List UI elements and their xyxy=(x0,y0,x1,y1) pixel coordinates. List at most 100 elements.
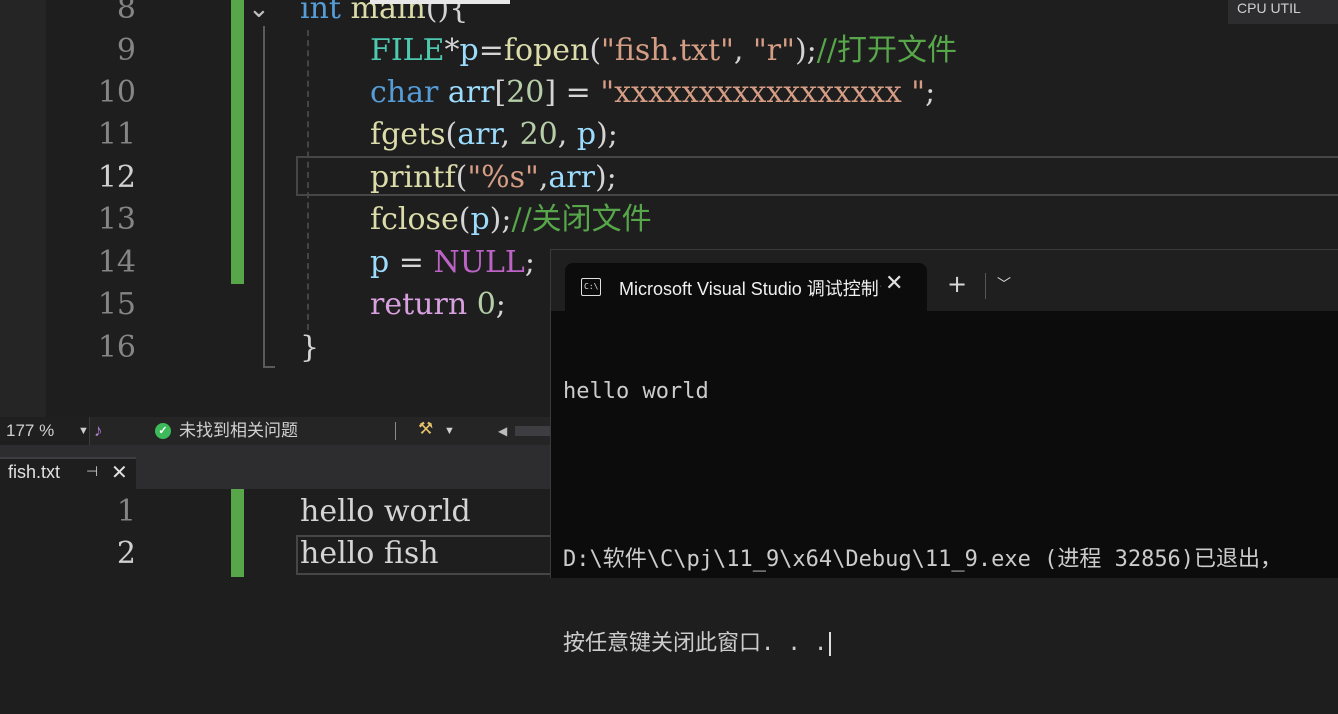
line-number: 14 xyxy=(97,245,136,280)
punctuation-token: , xyxy=(500,117,520,152)
line-number: 1 xyxy=(116,494,136,529)
scroll-overlay xyxy=(370,0,510,4)
line-number: 15 xyxy=(97,287,136,322)
close-icon[interactable]: ✕ xyxy=(885,271,903,296)
dropdown-arrow-icon: ▼ xyxy=(78,425,89,437)
line-text: hello fish xyxy=(300,536,439,571)
line-number: 2 xyxy=(116,536,136,571)
function-token: printf xyxy=(370,160,456,195)
punctuation-token: , xyxy=(733,33,753,68)
string-token: "%s" xyxy=(467,160,539,195)
line-number: 12 xyxy=(97,160,136,195)
number-token: 20 xyxy=(519,117,558,152)
zoom-level: 177 % xyxy=(6,421,55,440)
macro-token: NULL xyxy=(433,245,525,280)
variable-token: arr xyxy=(548,160,595,195)
punctuation-token: = xyxy=(478,33,504,68)
issues-status[interactable]: 未找到相关问题 xyxy=(179,417,298,445)
line-text: hello world xyxy=(300,494,471,529)
punctuation-token: ] = xyxy=(544,75,601,110)
code-line-13[interactable]: 13 fclose(p);//关闭文件 xyxy=(0,199,1338,241)
punctuation-token: * xyxy=(444,33,460,68)
string-token: "fish.txt" xyxy=(601,33,734,68)
string-token: "xxxxxxxxxxxxxxxxx " xyxy=(600,75,926,110)
code-text: p = NULL; xyxy=(370,242,535,284)
punctuation-token: ( xyxy=(458,202,471,237)
punctuation-token: ( xyxy=(445,117,458,152)
punctuation-token: ); xyxy=(596,117,618,152)
code-text: printf("%s",arr); xyxy=(370,157,617,199)
check-circle-icon: ✓ xyxy=(155,423,171,439)
horizontal-scrollbar[interactable] xyxy=(515,426,555,436)
chevron-down-icon[interactable]: ﹀ xyxy=(997,274,1011,294)
broom-icon[interactable]: ⚒ xyxy=(418,419,433,439)
code-text: fgets(arr, 20, p); xyxy=(370,114,618,156)
divider xyxy=(395,422,396,440)
code-text: return 0; xyxy=(370,284,506,326)
pin-icon[interactable]: ⊣ xyxy=(86,463,98,480)
punctuation-token: ( xyxy=(589,33,602,68)
number-token: 20 xyxy=(506,75,545,110)
zoom-dropdown[interactable]: 177 % ▼ xyxy=(0,417,90,445)
variable-token: arr xyxy=(457,117,501,152)
variable-token: p xyxy=(470,202,490,237)
punctuation-token: = xyxy=(389,245,434,280)
comment-token: //关闭文件 xyxy=(511,202,652,237)
console-line: 按任意键关闭此窗口. . . xyxy=(563,630,1282,658)
console-titlebar[interactable]: C:\ Microsoft Visual Studio 调试控制台 ✕ + ﹀ xyxy=(551,250,1338,311)
tab-fish-txt[interactable]: fish.txt ⊣ ✕ xyxy=(0,457,136,489)
close-icon[interactable]: ✕ xyxy=(111,460,128,485)
code-line-10[interactable]: 10 char arr[20] = "xxxxxxxxxxxxxxxxx "; xyxy=(0,72,1338,114)
debug-console-window[interactable]: C:\ Microsoft Visual Studio 调试控制台 ✕ + ﹀ … xyxy=(550,249,1338,656)
function-token: fopen xyxy=(503,33,590,68)
code-line-12[interactable]: 12 printf("%s",arr); xyxy=(0,157,1338,199)
line-number: 9 xyxy=(116,33,136,68)
punctuation-token: ; xyxy=(524,245,535,280)
punctuation-token: [ xyxy=(494,75,507,110)
console-tab-title: Microsoft Visual Studio 调试控制台 xyxy=(619,279,881,299)
punctuation-token: ; xyxy=(925,75,936,110)
tab-label: fish.txt xyxy=(8,462,61,482)
number-token: 0 xyxy=(476,287,496,322)
console-tab[interactable]: C:\ Microsoft Visual Studio 调试控制台 ✕ xyxy=(565,263,927,311)
code-line-11[interactable]: 11 fgets(arr, 20, p); xyxy=(0,114,1338,156)
plus-icon[interactable]: + xyxy=(947,272,967,296)
line-number: 10 xyxy=(97,75,136,110)
divider xyxy=(985,273,986,299)
variable-token: p xyxy=(370,245,390,280)
string-token: "r" xyxy=(753,33,795,68)
code-line-9[interactable]: 9 FILE*p=fopen("fish.txt", "r");//打开文件 xyxy=(0,30,1338,72)
console-output[interactable]: hello world D:\软件\C\pj\11_9\x64\Debug\11… xyxy=(563,322,1282,714)
code-line-8[interactable]: 8 int main(){ xyxy=(0,0,1338,30)
code-text: FILE*p=fopen("fish.txt", "r");//打开文件 xyxy=(370,30,957,72)
intellicode-icon[interactable]: ♪ xyxy=(94,421,114,441)
scroll-left-icon[interactable]: ◀ xyxy=(498,417,507,445)
keyword-token: return xyxy=(370,287,468,322)
code-text: fclose(p);//关闭文件 xyxy=(370,199,652,241)
keyword-token: char xyxy=(370,75,439,110)
console-prompt-text: 按任意键关闭此窗口. . . xyxy=(563,631,828,656)
cpu-util-label: CPU UTIL xyxy=(1228,0,1338,24)
type-token: FILE xyxy=(370,33,445,68)
code-text: } xyxy=(300,327,319,369)
punctuation-token: ( xyxy=(455,160,468,195)
line-number: 13 xyxy=(97,202,136,237)
line-number: 11 xyxy=(97,117,136,152)
punctuation-token: ); xyxy=(594,160,617,195)
punctuation-token: ; xyxy=(495,287,506,322)
punctuation-token: , xyxy=(557,117,577,152)
function-token: fclose xyxy=(370,202,459,237)
function-token: fgets xyxy=(370,117,446,152)
punctuation-token: , xyxy=(538,160,549,195)
keyword-token: int xyxy=(300,0,341,26)
console-line: D:\软件\C\pj\11_9\x64\Debug\11_9.exe (进程 3… xyxy=(563,547,1283,572)
line-number: 8 xyxy=(116,0,136,26)
code-text: int main(){ xyxy=(300,0,468,30)
punctuation-token: } xyxy=(300,330,320,365)
line-number: 16 xyxy=(97,330,136,365)
comment-token: //打开文件 xyxy=(816,33,957,68)
dropdown-arrow-icon[interactable]: ▼ xyxy=(444,417,455,445)
